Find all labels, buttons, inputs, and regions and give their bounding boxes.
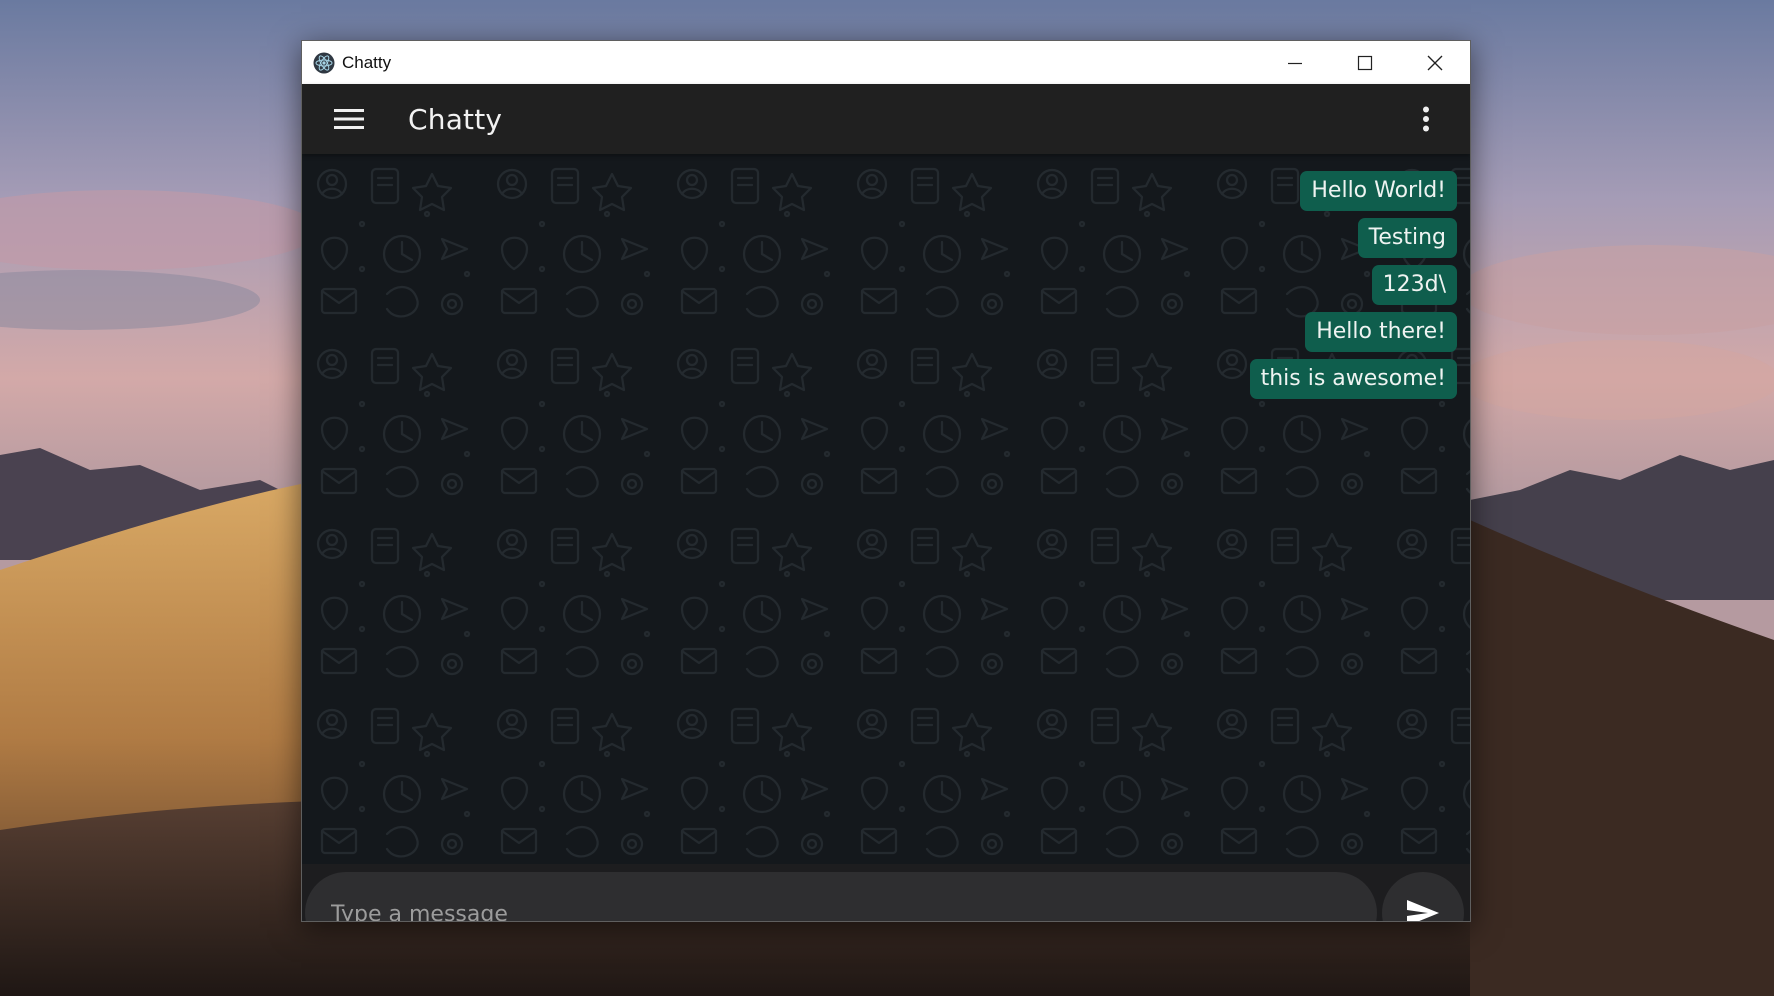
window-titlebar[interactable]: Chatty [302,41,1470,84]
menu-button[interactable] [327,97,371,141]
message-composer [302,864,1470,921]
message-bubble-outgoing[interactable]: this is awesome! [1249,359,1457,399]
electron-app-icon [312,51,336,75]
send-button[interactable] [1382,872,1464,921]
close-icon [1427,55,1443,70]
more-options-button[interactable] [1404,97,1448,141]
app-header: Chatty [302,84,1470,154]
hamburger-menu-icon [334,109,364,129]
more-vert-icon [1423,106,1429,132]
close-button[interactable] [1400,41,1470,84]
send-icon [1407,900,1439,921]
minimize-icon [1288,62,1302,64]
message-input-container [305,872,1377,921]
app-title: Chatty [408,102,503,136]
minimize-button[interactable] [1260,41,1330,84]
message-bubble-outgoing[interactable]: Testing [1357,218,1457,258]
message-bubble-outgoing[interactable]: Hello there! [1305,312,1457,352]
message-bubble-outgoing[interactable]: 123d\ [1371,265,1457,305]
maximize-icon [1357,55,1373,70]
message-input[interactable] [329,872,1353,921]
window-title: Chatty [342,52,392,72]
message-bubble-outgoing[interactable]: Hello World! [1300,171,1457,211]
messages-column: Hello World! Testing 123d\ Hello there! … [1249,171,1457,399]
app-window: Chatty Chatty Hello World! Testing 123d\… [301,40,1471,922]
window-controls [1260,41,1470,84]
message-list[interactable]: Hello World! Testing 123d\ Hello there! … [302,154,1470,864]
maximize-button[interactable] [1330,41,1400,84]
